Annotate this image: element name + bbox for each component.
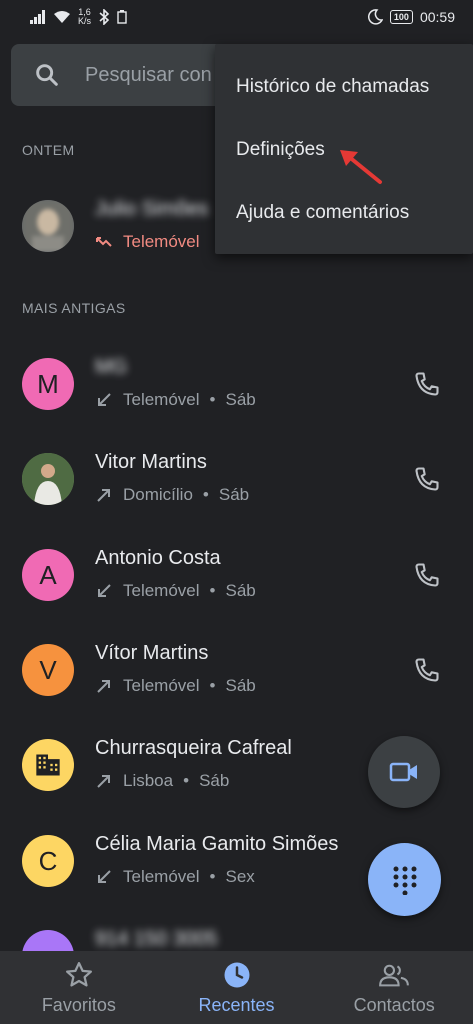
contact-name: Vítor Martins <box>95 642 209 664</box>
contact-name: Julio Simões <box>95 198 209 220</box>
phone-icon[interactable] <box>413 656 441 684</box>
nav-label: Favoritos <box>41 994 116 1015</box>
signal-icon <box>30 10 45 24</box>
menu-item-help-feedback[interactable]: Ajuda e comentários <box>236 202 409 224</box>
phone-icon[interactable] <box>413 370 441 398</box>
call-detail: Telemóvel • Sáb <box>95 676 256 696</box>
search-input[interactable]: Pesquisar con <box>85 64 212 87</box>
outgoing-call-icon <box>97 775 110 788</box>
section-header-yesterday: ONTEM <box>22 142 75 158</box>
nav-favorites[interactable]: Favoritos <box>0 951 158 1024</box>
outgoing-call-icon <box>97 489 110 502</box>
network-speed: 1,6 K/s <box>78 7 92 26</box>
avatar <box>22 739 74 791</box>
avatar <box>22 930 74 951</box>
battery-small-icon <box>117 10 127 24</box>
call-detail: Telemóvel • Sex <box>95 867 255 887</box>
clock-icon <box>224 962 249 987</box>
missed-call-icon <box>96 237 112 247</box>
call-type: Domicílio <box>123 485 193 504</box>
incoming-call-icon <box>98 870 111 883</box>
call-detail: Domicílio • Sáb <box>95 485 249 505</box>
call-type: Telemóvel <box>123 581 200 600</box>
avatar <box>22 453 74 505</box>
battery-icon: 100 <box>389 10 413 24</box>
section-header-older: MAIS ANTIGAS <box>22 300 126 316</box>
call-day: Sex <box>225 867 255 886</box>
status-bar: 1,6 K/s 100 00:59 <box>0 0 473 34</box>
contact-name: Churrasqueira Cafreal <box>95 737 292 759</box>
video-call-button[interactable] <box>368 736 440 808</box>
incoming-call-icon <box>98 584 111 597</box>
avatar: V <box>22 644 74 696</box>
call-log-row[interactable]: A Antonio Costa Telemóvel • Sáb <box>0 531 473 621</box>
call-log-row[interactable]: M MG Telemóvel • Sáb <box>0 340 473 430</box>
incoming-call-icon <box>98 393 111 406</box>
nav-contacts[interactable]: Contactos <box>315 951 473 1024</box>
dialpad-button[interactable] <box>368 843 441 916</box>
call-day: Sáb <box>218 485 250 504</box>
star-icon <box>65 961 92 986</box>
bottom-navigation: Favoritos Recentes Contactos <box>0 951 473 1024</box>
bluetooth-icon <box>99 9 110 25</box>
call-day: Sáb <box>225 390 256 409</box>
call-log-row[interactable]: V Vítor Martins Telemóvel • Sáb <box>0 626 473 716</box>
call-day: Sáb <box>225 581 256 600</box>
avatar: A <box>22 549 74 601</box>
phone-icon[interactable] <box>413 465 441 493</box>
dialpad-icon <box>393 866 416 895</box>
call-detail: Telemóvel <box>95 232 200 252</box>
avatar: C <box>22 835 74 887</box>
clock: 00:59 <box>419 9 455 25</box>
call-detail: Lisboa • Sáb <box>95 771 229 791</box>
call-log-row[interactable]: Vitor Martins Domicílio • Sáb <box>0 435 473 525</box>
contact-name: Vitor Martins <box>95 451 207 473</box>
call-detail: Telemóvel • Sáb <box>95 390 256 410</box>
call-type: Telemóvel <box>123 232 200 251</box>
nav-label: Contactos <box>353 994 435 1015</box>
people-icon <box>379 964 410 986</box>
moon-icon <box>367 9 383 25</box>
call-day: Sáb <box>225 676 256 695</box>
call-log-row[interactable]: 914 150 3005 <box>0 912 473 951</box>
video-camera-icon <box>389 762 417 782</box>
contact-name: MG <box>95 356 128 378</box>
contact-name: Antonio Costa <box>95 547 221 569</box>
call-type: Lisboa <box>123 771 174 790</box>
call-type: Telemóvel <box>123 867 200 886</box>
call-day: Sáb <box>199 771 230 790</box>
call-type: Telemóvel <box>123 390 200 409</box>
menu-item-call-history[interactable]: Histórico de chamadas <box>236 76 429 98</box>
menu-item-settings[interactable]: Definições <box>236 139 325 161</box>
contact-name: Célia Maria Gamito Simões <box>95 833 339 855</box>
nav-recents[interactable]: Recentes <box>158 951 316 1024</box>
call-type: Telemóvel <box>123 676 200 695</box>
avatar: M <box>22 358 74 410</box>
annotation-arrow-icon <box>340 150 382 184</box>
wifi-icon <box>54 11 70 23</box>
phone-icon[interactable] <box>413 561 441 589</box>
business-icon <box>36 754 60 776</box>
nav-label: Recentes <box>198 994 275 1015</box>
search-icon <box>36 64 58 86</box>
contact-name: 914 150 3005 <box>95 928 218 950</box>
call-detail: Telemóvel • Sáb <box>95 581 256 601</box>
avatar <box>22 200 74 252</box>
outgoing-call-icon <box>97 680 110 693</box>
